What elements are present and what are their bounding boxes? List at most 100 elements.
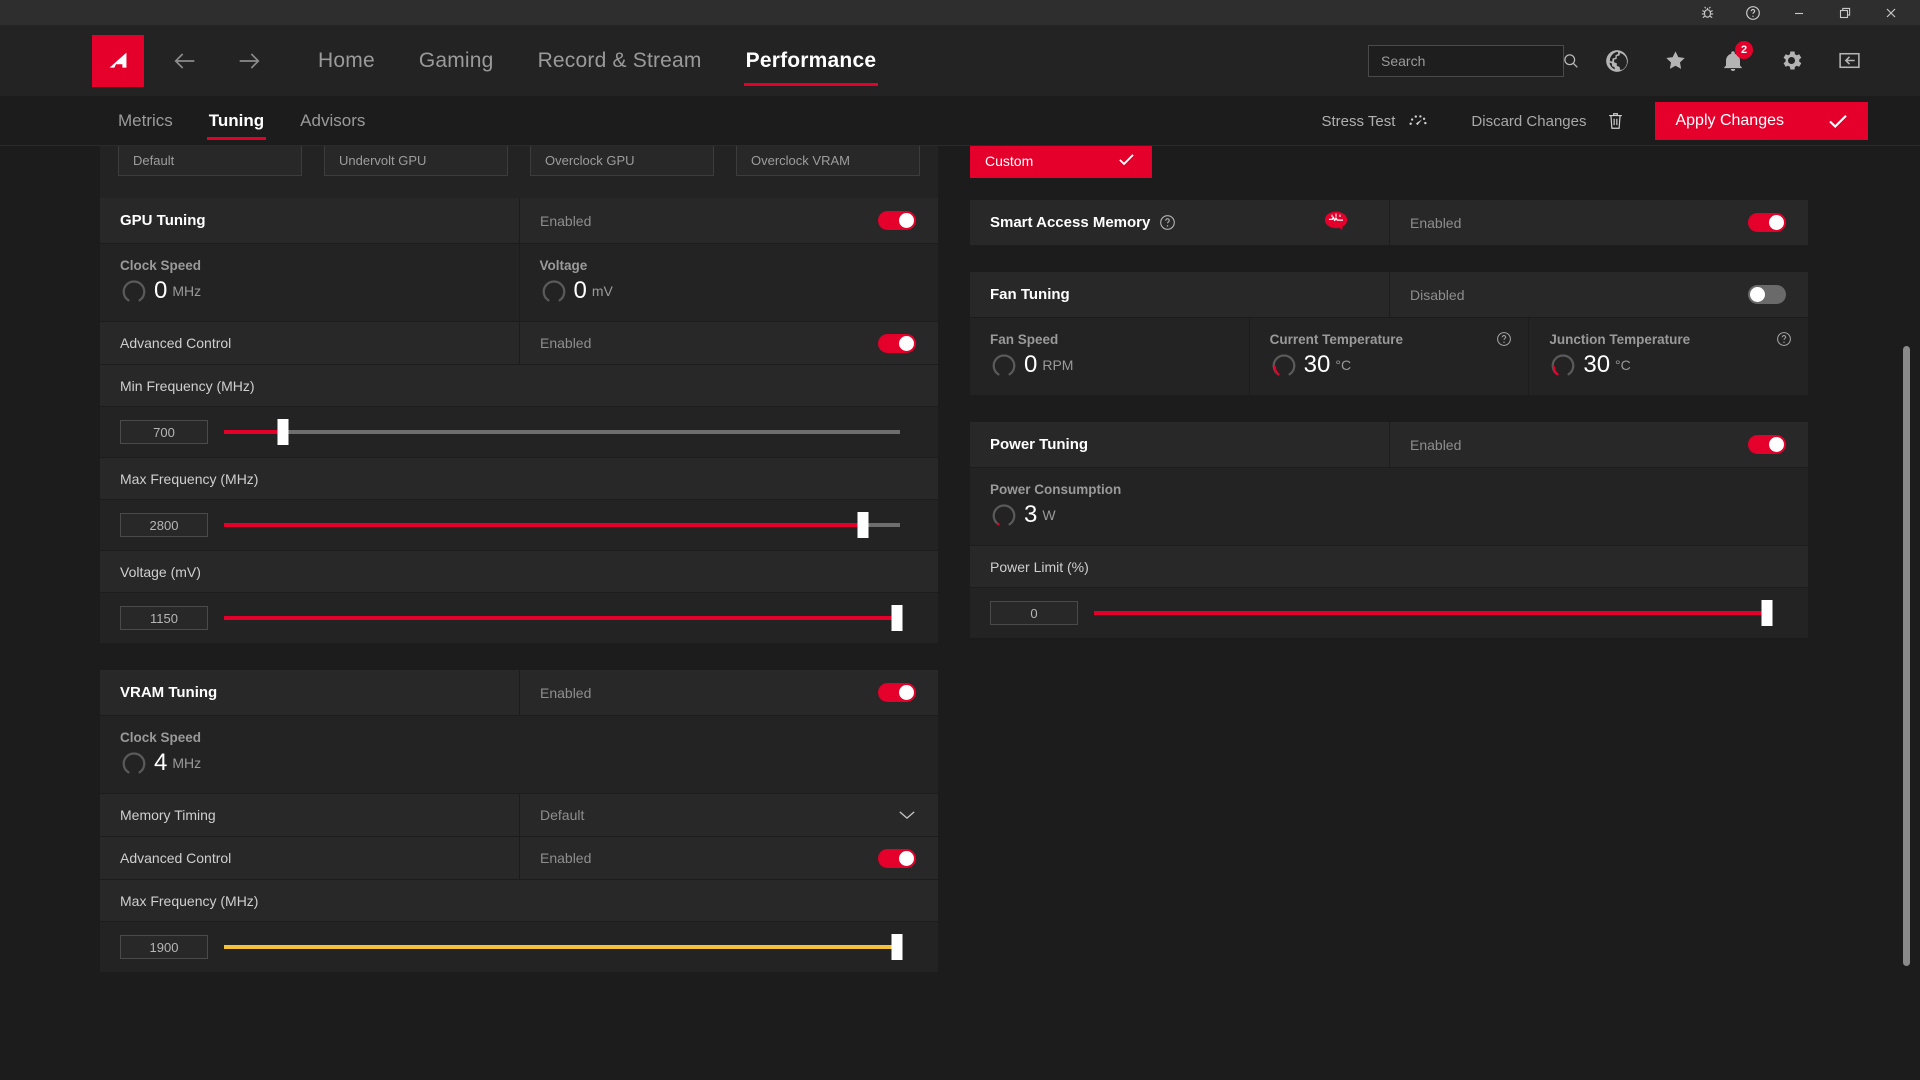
smart-access-memory-toggle-cell[interactable]: Enabled (1389, 200, 1808, 245)
tab-metrics[interactable]: Metrics (100, 96, 191, 146)
min-frequency-input[interactable]: 700 (120, 420, 208, 444)
power-limit-input[interactable]: 0 (990, 601, 1078, 625)
voltage-knob[interactable] (891, 605, 903, 631)
min-frequency-slider-row[interactable]: 700 (100, 407, 938, 458)
tab-advisors[interactable]: Advisors (282, 96, 383, 146)
max-frequency-knob[interactable] (857, 512, 869, 538)
search-input[interactable] (1381, 52, 1562, 69)
stress-test-button[interactable]: Stress Test (1322, 111, 1430, 131)
min-frequency-knob[interactable] (277, 419, 289, 445)
metric-junction-temperature: Junction Temperature 30 °C (1528, 318, 1808, 395)
help-circle-icon[interactable] (1496, 331, 1512, 352)
vram-max-frequency-slider-row[interactable]: 1900 (100, 922, 938, 973)
preset-overclock-vram-label: Overclock VRAM (751, 152, 850, 168)
gpu-advanced-control-toggle[interactable] (878, 333, 916, 353)
voltage-input[interactable]: 1150 (120, 606, 208, 630)
max-frequency-value: 2800 (149, 517, 179, 533)
metric-gpu-clock-speed-label: Clock Speed (120, 258, 202, 273)
preset-button-row: Default Undervolt GPU Overclock GPU Over… (100, 146, 938, 198)
star-icon[interactable] (1653, 39, 1697, 83)
content-scrollbar[interactable] (1903, 346, 1910, 966)
preset-overclock-gpu-label: Overclock GPU (545, 152, 635, 168)
vram-tuning-title: VRAM Tuning (120, 684, 218, 701)
vram-advanced-control-toggle[interactable] (878, 848, 916, 868)
max-frequency-slider-row[interactable]: 2800 (100, 500, 938, 551)
globe-icon[interactable] (1595, 39, 1639, 83)
preset-undervolt-gpu[interactable]: Undervolt GPU (324, 146, 508, 176)
power-tuning-metrics: Power Consumption 3 W (970, 468, 1808, 546)
vram-max-frequency-track[interactable] (224, 934, 903, 960)
power-limit-track[interactable] (1094, 600, 1773, 626)
metric-gpu-clock-speed: Clock Speed 0 MHz (100, 244, 519, 321)
memory-timing-row: Memory Timing Default (100, 794, 938, 837)
vram-advanced-control-toggle-cell[interactable]: Enabled (519, 837, 938, 879)
power-tuning-toggle[interactable] (1748, 435, 1786, 454)
preset-default-label: Default (133, 152, 175, 168)
preset-overclock-gpu[interactable]: Overclock GPU (530, 146, 714, 176)
tab-tuning[interactable]: Tuning (191, 96, 282, 146)
discard-changes-button[interactable]: Discard Changes (1471, 111, 1625, 131)
gauge-icon (990, 351, 1018, 379)
power-limit-knob[interactable] (1761, 600, 1773, 626)
restore-icon[interactable] (1822, 0, 1868, 25)
min-frequency-track[interactable] (224, 419, 900, 445)
gpu-tuning-toggle-cell[interactable]: Enabled (519, 198, 938, 243)
gpu-advanced-control-row: Advanced Control Enabled (100, 322, 938, 365)
power-tuning-toggle-cell[interactable]: Enabled (1389, 422, 1808, 467)
help-circle-icon[interactable] (1776, 331, 1792, 352)
fan-tuning-metrics: Fan Speed 0 RPM Current Temperature 30 °… (970, 318, 1808, 396)
nav-item-home[interactable]: Home (296, 25, 397, 96)
fan-tuning-toggle-cell[interactable]: Disabled (1389, 272, 1808, 317)
gpu-advanced-control-toggle-cell[interactable]: Enabled (519, 322, 938, 364)
back-arrow-icon[interactable] (162, 38, 208, 84)
amd-logo-icon[interactable] (92, 34, 144, 87)
vram-max-frequency-knob[interactable] (891, 934, 903, 960)
nav-item-record-stream[interactable]: Record & Stream (516, 25, 724, 96)
max-frequency-input[interactable]: 2800 (120, 513, 208, 537)
voltage-track[interactable] (224, 605, 903, 631)
help-icon[interactable] (1730, 0, 1776, 25)
search-icon[interactable] (1562, 52, 1580, 70)
vram-max-frequency-input[interactable]: 1900 (120, 935, 208, 959)
smart-access-memory-title-cell: Smart Access Memory (970, 200, 1389, 245)
smart-access-memory-toggle[interactable] (1748, 213, 1786, 232)
help-circle-icon[interactable] (1159, 214, 1176, 231)
vram-tuning-toggle[interactable] (878, 683, 916, 702)
nav-links: Home Gaming Record & Stream Performance (296, 25, 898, 96)
fan-tuning-toggle[interactable] (1748, 285, 1786, 304)
power-limit-slider-row[interactable]: 0 (970, 588, 1808, 639)
custom-preset-row: Custom (970, 146, 1808, 200)
preset-default[interactable]: Default (118, 146, 302, 176)
nav-item-home-label: Home (318, 48, 375, 72)
gpu-tuning-toggle[interactable] (878, 211, 916, 230)
nav-item-record-stream-label: Record & Stream (537, 48, 702, 72)
bug-icon[interactable] (1684, 0, 1730, 25)
minimize-icon[interactable] (1776, 0, 1822, 25)
memory-timing-dropdown[interactable]: Default (519, 794, 938, 836)
nav-right-cluster: 2 (1368, 25, 1920, 96)
nav-item-performance[interactable]: Performance (724, 25, 899, 96)
bell-icon[interactable]: 2 (1711, 39, 1755, 83)
apply-changes-button[interactable]: Apply Changes (1655, 102, 1868, 140)
nav-item-gaming[interactable]: Gaming (397, 25, 516, 96)
search-box[interactable] (1368, 44, 1578, 77)
fan-tuning-header-row: Fan Tuning Disabled (970, 272, 1808, 318)
metric-vram-clock-speed: Clock Speed 4 MHz (100, 716, 938, 793)
voltage-slider-row[interactable]: 1150 (100, 593, 938, 644)
gear-icon[interactable] (1769, 39, 1813, 83)
max-frequency-track[interactable] (224, 512, 900, 538)
trash-icon[interactable] (1606, 111, 1625, 131)
gauge-icon (120, 749, 148, 777)
preset-overclock-vram[interactable]: Overclock VRAM (736, 146, 920, 176)
memory-timing-label: Memory Timing (120, 807, 216, 823)
vram-tuning-toggle-cell[interactable]: Enabled (519, 670, 938, 715)
max-frequency-fill (224, 523, 863, 527)
collapse-panel-icon[interactable] (1827, 39, 1871, 83)
speedometer-icon (1407, 111, 1429, 131)
close-icon[interactable] (1868, 0, 1914, 25)
power-tuning-card: Power Tuning Enabled Power Consumption 3… (970, 422, 1808, 639)
preset-custom[interactable]: Custom (970, 146, 1152, 178)
chevron-down-icon[interactable] (898, 809, 916, 821)
max-frequency-label-text: Max Frequency (MHz) (120, 470, 259, 487)
forward-arrow-icon[interactable] (226, 38, 272, 84)
